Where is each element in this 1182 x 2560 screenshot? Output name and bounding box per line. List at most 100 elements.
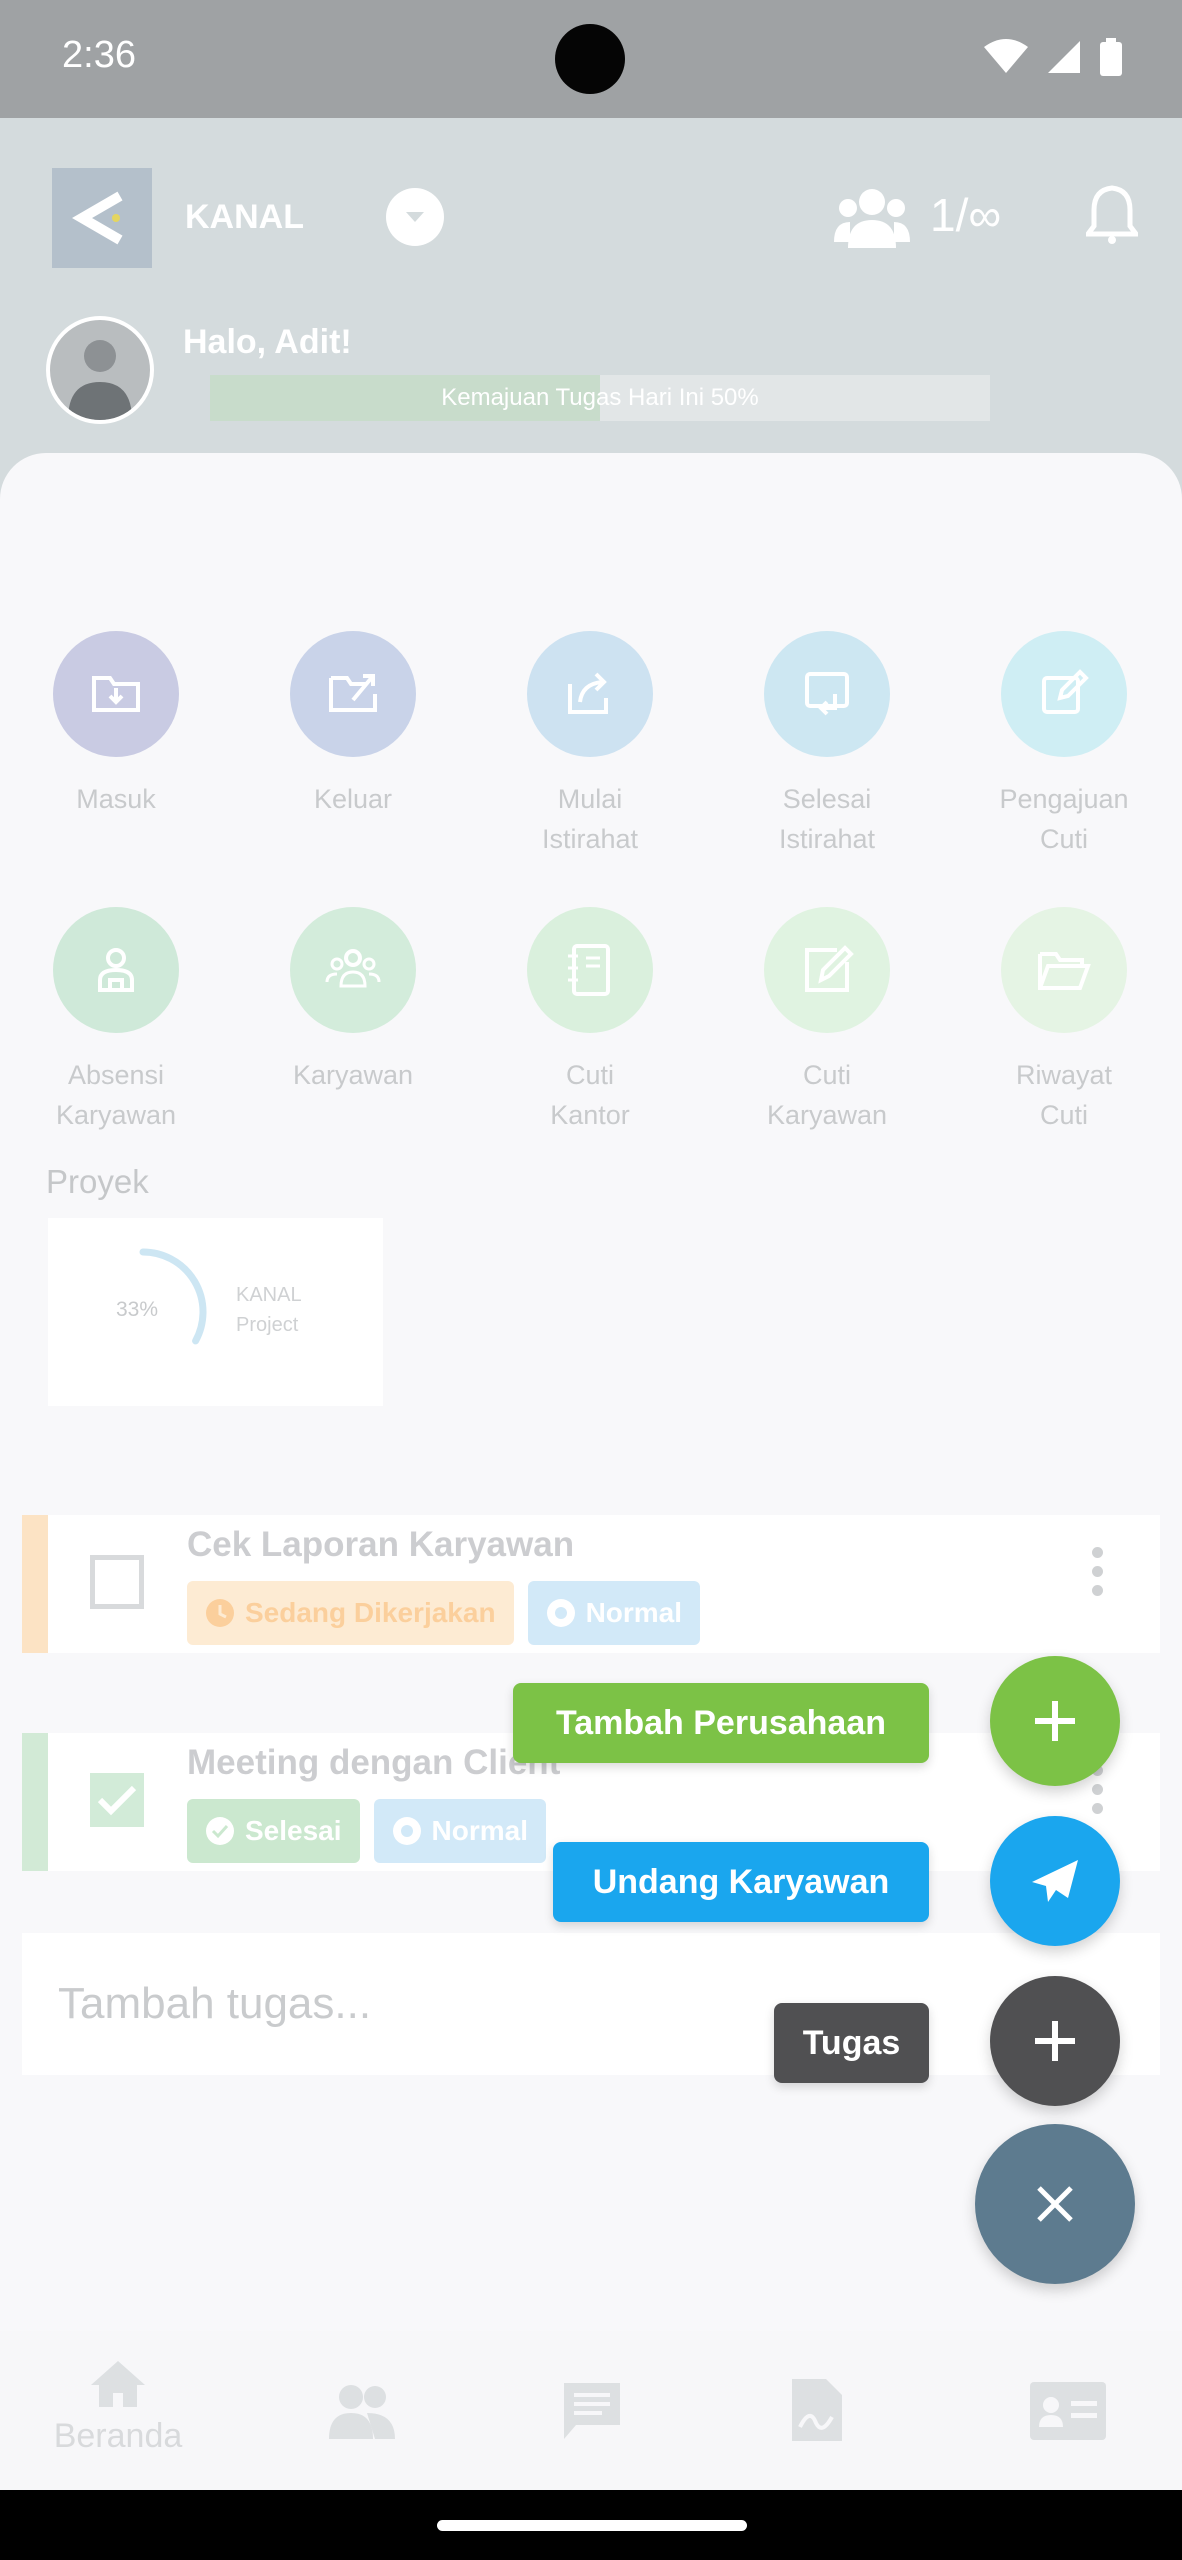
avatar[interactable] <box>46 316 154 424</box>
project-percent: 33% <box>116 1298 159 1321</box>
projects-title: Proyek <box>46 1163 149 1200</box>
menu-item-keluar[interactable]: Keluar <box>238 631 468 819</box>
daily-progress-bar: Kemajuan Tugas Hari Ini 50% <box>210 375 990 421</box>
menu-item-mulai-istirahat[interactable]: Mulai Istirahat <box>475 631 705 859</box>
pencil-square-icon <box>764 907 890 1033</box>
status-badge: Sedang Dikerjakan <box>187 1581 514 1645</box>
brand-name: KANAL <box>185 198 304 236</box>
task-checkbox[interactable] <box>90 1773 144 1827</box>
priority-badge: Normal <box>527 1581 701 1645</box>
greeting: Halo, Adit! <box>183 323 352 361</box>
share-icon <box>527 631 653 757</box>
plus-icon <box>1035 2021 1075 2061</box>
team-count: 1/∞ <box>930 189 1002 241</box>
menu-item-cuti-karyawan[interactable]: Cuti Karyawan <box>712 907 942 1135</box>
system-nav-bar <box>0 2490 1182 2560</box>
wifi-icon <box>984 39 1028 73</box>
task-status-strip <box>22 1733 48 1871</box>
status-badge-label: Selesai <box>245 1815 342 1846</box>
status-bar: 2:36 <box>0 0 1182 118</box>
team-icon[interactable] <box>834 186 910 252</box>
task-tags: Selesai Normal <box>187 1799 546 1863</box>
menu-item-riwayat-cuti[interactable]: Riwayat Cuti <box>949 907 1179 1135</box>
menu-item-label: Cuti Kantor <box>550 1060 630 1130</box>
signal-icon <box>1048 41 1080 73</box>
menu-item-label: Riwayat Cuti <box>1015 1060 1113 1130</box>
project-name: KANAL Project <box>236 1284 301 1336</box>
add-task-input[interactable] <box>58 1969 538 2039</box>
add-company-label[interactable]: Tambah Perusahaan <box>513 1683 929 1763</box>
invite-employee-label[interactable]: Undang Karyawan <box>553 1842 929 1922</box>
header: KANAL 1/∞ Halo, Adit! Kemajuan Tugas Har… <box>0 118 1182 458</box>
menu-item-label: Pengajuan Cuti <box>999 784 1129 854</box>
close-icon <box>1037 2186 1073 2222</box>
more-vertical-icon[interactable] <box>1092 1547 1104 1604</box>
status-badge: Selesai <box>187 1799 360 1863</box>
menu-item-label: Masuk <box>76 784 156 814</box>
person-icon <box>53 907 179 1033</box>
bottom-nav: Beranda <box>0 2331 1182 2490</box>
add-company-fab[interactable] <box>990 1656 1120 1786</box>
menu-item-karyawan[interactable]: Karyawan <box>238 907 468 1095</box>
task-tags: Sedang Dikerjakan Normal <box>187 1581 701 1645</box>
menu-item-cuti-kantor[interactable]: Cuti Kantor <box>475 907 705 1135</box>
company-dropdown-button[interactable] <box>386 188 444 246</box>
daily-progress-text: Kemajuan Tugas Hari Ini 50% <box>441 384 759 411</box>
people-icon <box>329 2385 395 2439</box>
return-icon <box>764 631 890 757</box>
status-time: 2:36 <box>62 34 136 76</box>
task-title: Meeting dengan Client <box>187 1743 561 1782</box>
priority-icon <box>392 1817 421 1845</box>
send-icon <box>1032 1860 1078 1902</box>
menu-item-label: Keluar <box>313 784 393 814</box>
nav-people[interactable] <box>282 2359 442 2445</box>
menu-item-pengajuan-cuti[interactable]: Pengajuan Cuti <box>949 631 1179 859</box>
task-checkbox[interactable] <box>90 1555 144 1609</box>
home-icon <box>91 2361 145 2407</box>
app-screen: KANAL 1/∞ Halo, Adit! Kemajuan Tugas Har… <box>0 118 1182 2490</box>
status-icons <box>984 38 1122 76</box>
home-gesture-pill[interactable] <box>437 2520 747 2531</box>
menu-item-label: Absensi Karyawan <box>55 1060 177 1130</box>
edit-icon <box>1001 631 1127 757</box>
menu-item-masuk[interactable]: Masuk <box>1 631 231 819</box>
task-title: Cek Laporan Karyawan <box>187 1525 575 1564</box>
status-badge-label: Sedang Dikerjakan <box>245 1597 496 1628</box>
task-label[interactable]: Tugas <box>774 2003 929 2083</box>
add-task-box <box>22 1933 1160 2075</box>
add-task-fab[interactable] <box>990 1976 1120 2106</box>
document-icon <box>792 2379 842 2441</box>
close-fab[interactable] <box>975 2124 1135 2284</box>
bell-icon[interactable] <box>1083 184 1141 248</box>
nav-document[interactable] <box>737 2359 897 2447</box>
check-icon <box>97 1785 137 1816</box>
chat-icon <box>564 2383 620 2439</box>
group-icon <box>290 907 416 1033</box>
folder-out-icon <box>290 631 416 757</box>
folder-open-icon <box>1001 907 1127 1033</box>
menu-item-label: Cuti Karyawan <box>766 1060 888 1130</box>
folder-in-icon <box>53 631 179 757</box>
project-card[interactable]: 33% KANAL Project <box>48 1218 383 1406</box>
menu-item-label: Mulai Istirahat <box>541 784 639 854</box>
task-status-strip <box>22 1515 48 1653</box>
nav-home-label: Beranda <box>53 2417 183 2455</box>
nav-profile[interactable] <box>988 2359 1148 2445</box>
nav-chat[interactable] <box>512 2359 672 2445</box>
id-card-icon <box>1030 2382 1106 2440</box>
kanal-logo <box>52 168 152 268</box>
notebook-icon <box>527 907 653 1033</box>
invite-employee-fab[interactable] <box>990 1816 1120 1946</box>
menu-item-selesai-istirahat[interactable]: Selesai Istirahat <box>712 631 942 859</box>
menu-item-label: Selesai Istirahat <box>778 784 876 854</box>
clock-icon <box>206 1599 234 1627</box>
more-vertical-icon[interactable] <box>1092 1765 1104 1822</box>
menu-item-absensi-karyawan[interactable]: Absensi Karyawan <box>1 907 231 1135</box>
nav-home[interactable]: Beranda <box>38 2359 198 2456</box>
priority-badge: Normal <box>373 1799 546 1863</box>
task-row[interactable]: Cek Laporan Karyawan Sedang Dikerjakan N… <box>22 1515 1160 1653</box>
battery-icon <box>1100 38 1122 76</box>
menu-item-label: Karyawan <box>292 1060 414 1090</box>
priority-badge-label: Normal <box>585 1597 683 1628</box>
kanal-logo-icon <box>72 191 123 245</box>
